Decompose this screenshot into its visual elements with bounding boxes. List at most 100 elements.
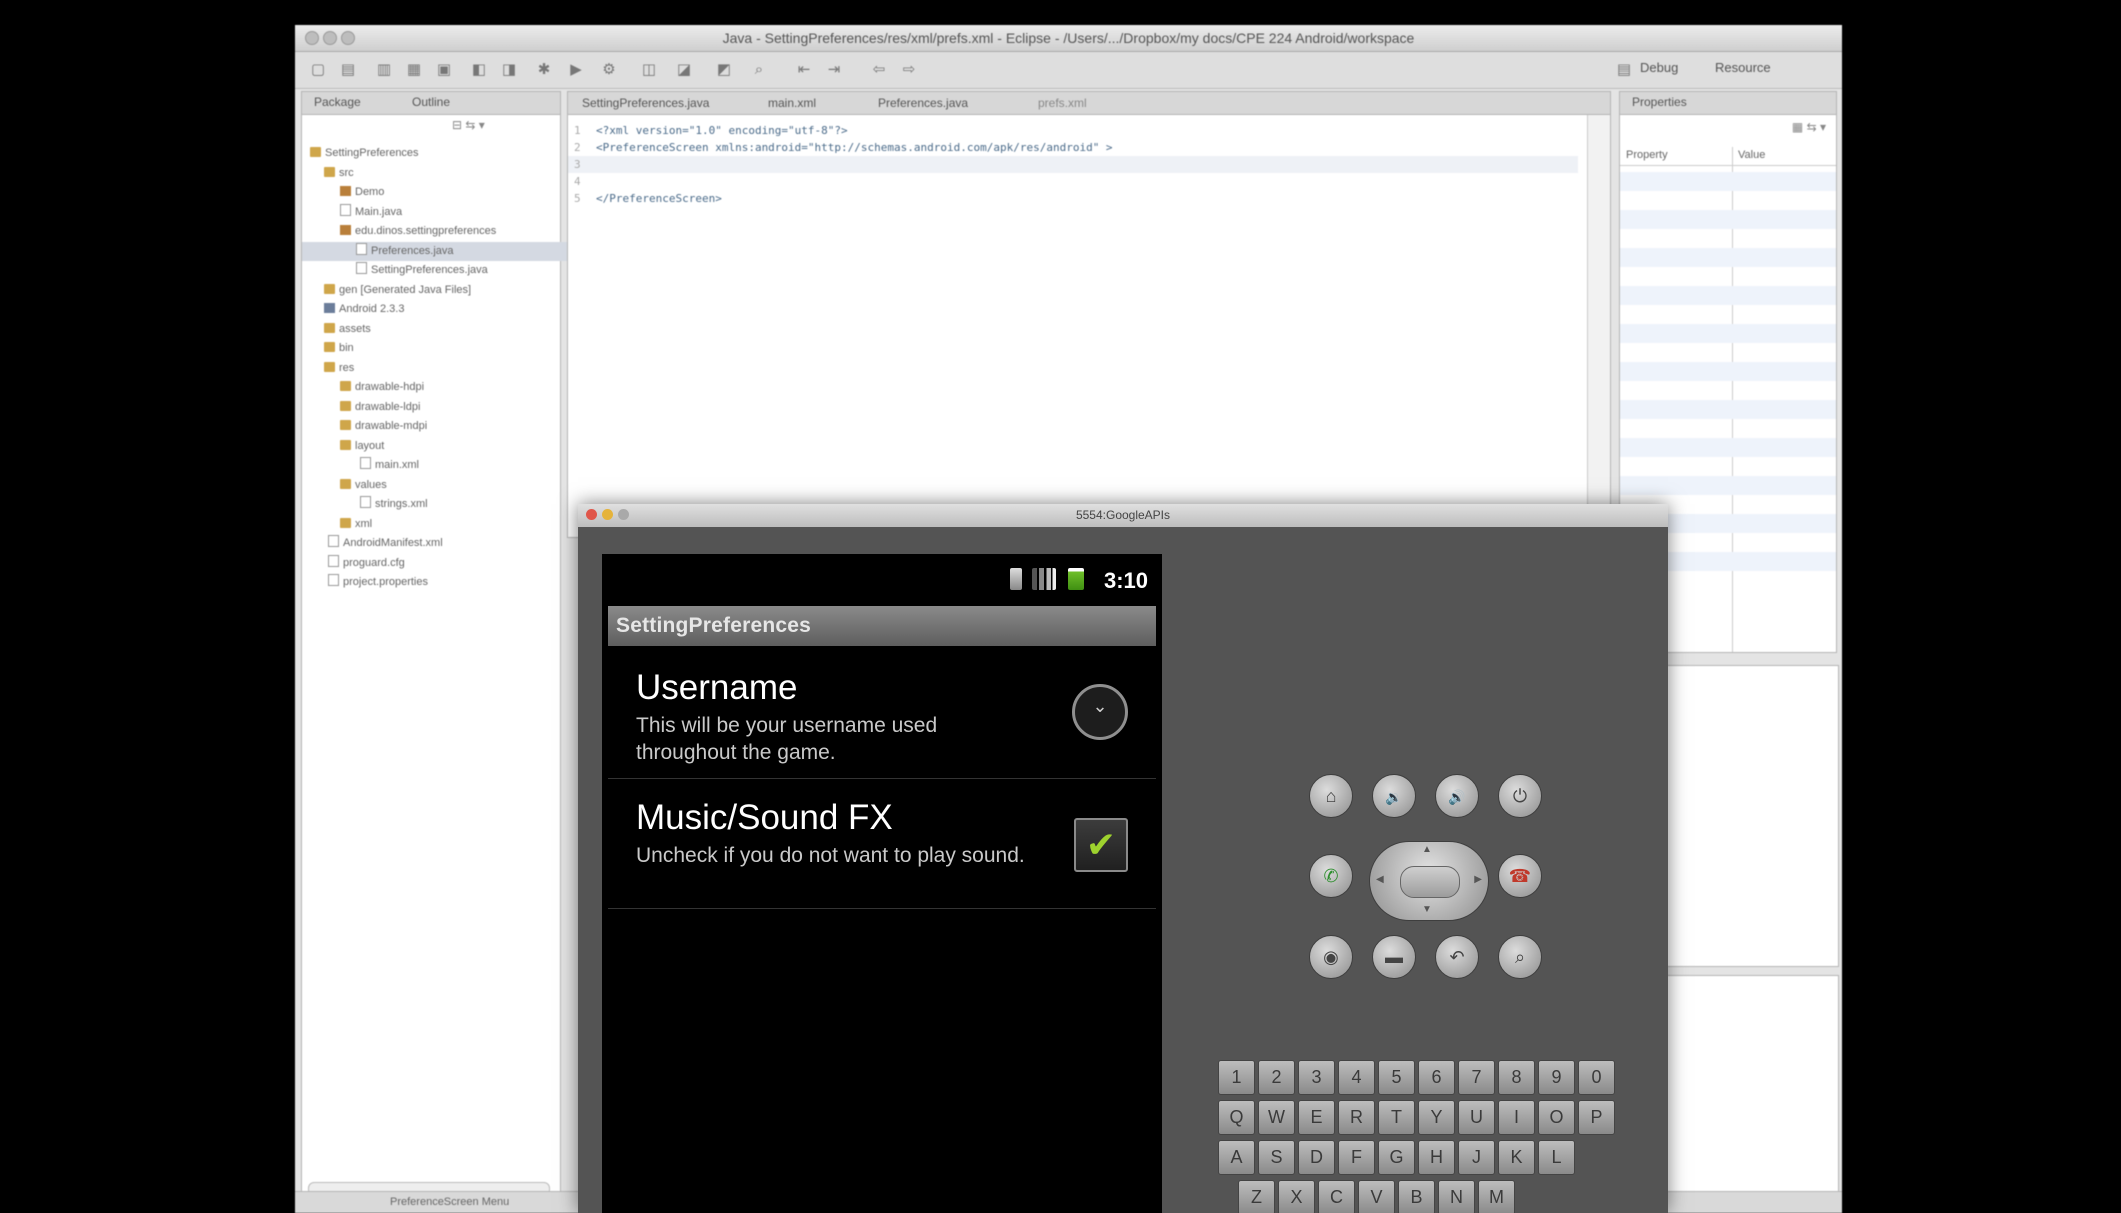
xml-editor[interactable]: SettingPreferences.java main.xml Prefere…: [567, 91, 1611, 538]
pref-item-music[interactable]: Music/Sound FX Uncheck if you do not wan…: [608, 780, 1156, 909]
pref-item-username[interactable]: Username This will be your username used…: [608, 650, 1156, 779]
key-x[interactable]: X: [1278, 1180, 1315, 1213]
key-h[interactable]: H: [1418, 1140, 1455, 1175]
tab-package-explorer[interactable]: Package: [314, 95, 361, 109]
key-g[interactable]: G: [1378, 1140, 1415, 1175]
dpad-left[interactable]: ◀: [1376, 874, 1384, 885]
open-perspective-icon[interactable]: ▤: [1615, 61, 1633, 79]
key-3[interactable]: 3: [1298, 1060, 1335, 1095]
key-k[interactable]: K: [1498, 1140, 1535, 1175]
music-checkbox[interactable]: ✔: [1074, 818, 1128, 872]
key-j[interactable]: J: [1458, 1140, 1495, 1175]
tab-prefs-xml[interactable]: prefs.xml: [1038, 96, 1087, 110]
tab-outline[interactable]: Outline: [412, 95, 450, 109]
key-z[interactable]: Z: [1238, 1180, 1275, 1213]
key-c[interactable]: C: [1318, 1180, 1355, 1213]
call-icon: ✆: [1323, 866, 1339, 886]
next-annotation-icon[interactable]: ⇥: [825, 61, 843, 79]
tree-item[interactable]: project.properties: [310, 573, 614, 593]
wizard-icon[interactable]: ◧: [470, 61, 488, 79]
new-icon[interactable]: ▢: [309, 61, 327, 79]
dpad[interactable]: ▲ ▼ ◀ ▶: [1369, 841, 1489, 921]
pref-username-summary: This will be your username used througho…: [636, 714, 938, 764]
run-icon[interactable]: ▶: [567, 61, 585, 79]
open-type-icon[interactable]: ◩: [715, 61, 733, 79]
camera-button[interactable]: ◉: [1309, 935, 1353, 979]
tab-properties[interactable]: Properties: [1632, 95, 1687, 109]
key-t[interactable]: T: [1378, 1100, 1415, 1135]
back-nav-icon[interactable]: ⇦: [870, 61, 888, 79]
key-e[interactable]: E: [1298, 1100, 1335, 1135]
java-file-icon: [356, 242, 367, 255]
view-toolbar-icons[interactable]: ⊟ ⇆ ▾: [452, 118, 485, 132]
tab-settingpreferences-java[interactable]: SettingPreferences.java: [582, 96, 709, 110]
key-7[interactable]: 7: [1458, 1060, 1495, 1095]
menu-button[interactable]: ▬: [1372, 935, 1416, 979]
power-icon: ⏻: [1512, 786, 1528, 806]
key-s[interactable]: S: [1258, 1140, 1295, 1175]
back-button[interactable]: ↶: [1435, 935, 1479, 979]
key-8[interactable]: 8: [1498, 1060, 1535, 1095]
key-v[interactable]: V: [1358, 1180, 1395, 1213]
perspective-debug[interactable]: Debug: [1640, 60, 1678, 75]
username-dropdown-button[interactable]: ⌄: [1072, 684, 1128, 740]
key-p[interactable]: P: [1578, 1100, 1615, 1135]
save-icon[interactable]: ▤: [339, 61, 357, 79]
pref-username-title: Username: [636, 668, 798, 707]
key-i[interactable]: I: [1498, 1100, 1535, 1135]
end-call-button[interactable]: ☎: [1498, 854, 1542, 898]
wizard2-icon[interactable]: ◨: [500, 61, 518, 79]
chevron-down-icon: ⌄: [1092, 696, 1108, 716]
volume-down-button[interactable]: 🔉: [1372, 774, 1416, 818]
dpad-up[interactable]: ▲: [1422, 844, 1432, 855]
tab-main-xml[interactable]: main.xml: [768, 96, 816, 110]
key-1[interactable]: 1: [1218, 1060, 1255, 1095]
folder-icon: [324, 283, 335, 294]
key-n[interactable]: N: [1438, 1180, 1475, 1213]
search-icon[interactable]: ⌕: [750, 61, 768, 79]
phone-screen[interactable]: 3:10 SettingPreferences Username This wi…: [602, 554, 1162, 1213]
dpad-right[interactable]: ▶: [1474, 874, 1482, 885]
key-d[interactable]: D: [1298, 1140, 1335, 1175]
perspective-resource[interactable]: Resource: [1715, 60, 1771, 75]
properties-toolbar-icons[interactable]: ▦ ⇆ ▾: [1792, 120, 1826, 134]
android-sdk-icon[interactable]: ▣: [435, 61, 453, 79]
external-tools-icon[interactable]: ⚙: [600, 61, 618, 79]
search-button[interactable]: ⌕: [1498, 935, 1542, 979]
key-y[interactable]: Y: [1418, 1100, 1455, 1135]
editor-vertical-scrollbar[interactable]: [1587, 115, 1610, 535]
key-m[interactable]: M: [1478, 1180, 1515, 1213]
key-u[interactable]: U: [1458, 1100, 1495, 1135]
dpad-down[interactable]: ▼: [1422, 904, 1432, 915]
key-6[interactable]: 6: [1418, 1060, 1455, 1095]
key-b[interactable]: B: [1398, 1180, 1435, 1213]
key-l[interactable]: L: [1538, 1140, 1575, 1175]
key-r[interactable]: R: [1338, 1100, 1375, 1135]
call-button[interactable]: ✆: [1309, 854, 1353, 898]
tree-item[interactable]: proguard.cfg: [310, 554, 614, 574]
debug-icon[interactable]: ✱: [535, 61, 553, 79]
prev-annotation-icon[interactable]: ⇤: [795, 61, 813, 79]
key-o[interactable]: O: [1538, 1100, 1575, 1135]
folder-icon: [340, 420, 351, 430]
key-9[interactable]: 9: [1538, 1060, 1575, 1095]
key-f[interactable]: F: [1338, 1140, 1375, 1175]
key-4[interactable]: 4: [1338, 1060, 1375, 1095]
new-package-icon[interactable]: ◪: [675, 61, 693, 79]
key-0[interactable]: 0: [1578, 1060, 1615, 1095]
tab-preferences-java[interactable]: Preferences.java: [878, 96, 968, 110]
key-w[interactable]: W: [1258, 1100, 1295, 1135]
power-button[interactable]: ⏻: [1498, 774, 1542, 818]
new-java-project-icon[interactable]: ◫: [640, 61, 658, 79]
key-2[interactable]: 2: [1258, 1060, 1295, 1095]
print-icon[interactable]: ▥: [375, 61, 393, 79]
volume-up-button[interactable]: 🔊: [1435, 774, 1479, 818]
home-button[interactable]: ⌂: [1309, 774, 1353, 818]
forward-nav-icon[interactable]: ⇨: [900, 61, 918, 79]
key-5[interactable]: 5: [1378, 1060, 1415, 1095]
key-q[interactable]: Q: [1218, 1100, 1255, 1135]
dpad-center[interactable]: [1400, 866, 1460, 898]
key-a[interactable]: A: [1218, 1140, 1255, 1175]
code-area[interactable]: 1 <?xml version="1.0" encoding="utf-8"?> …: [574, 122, 1113, 207]
build-icon[interactable]: ▦: [405, 61, 423, 79]
